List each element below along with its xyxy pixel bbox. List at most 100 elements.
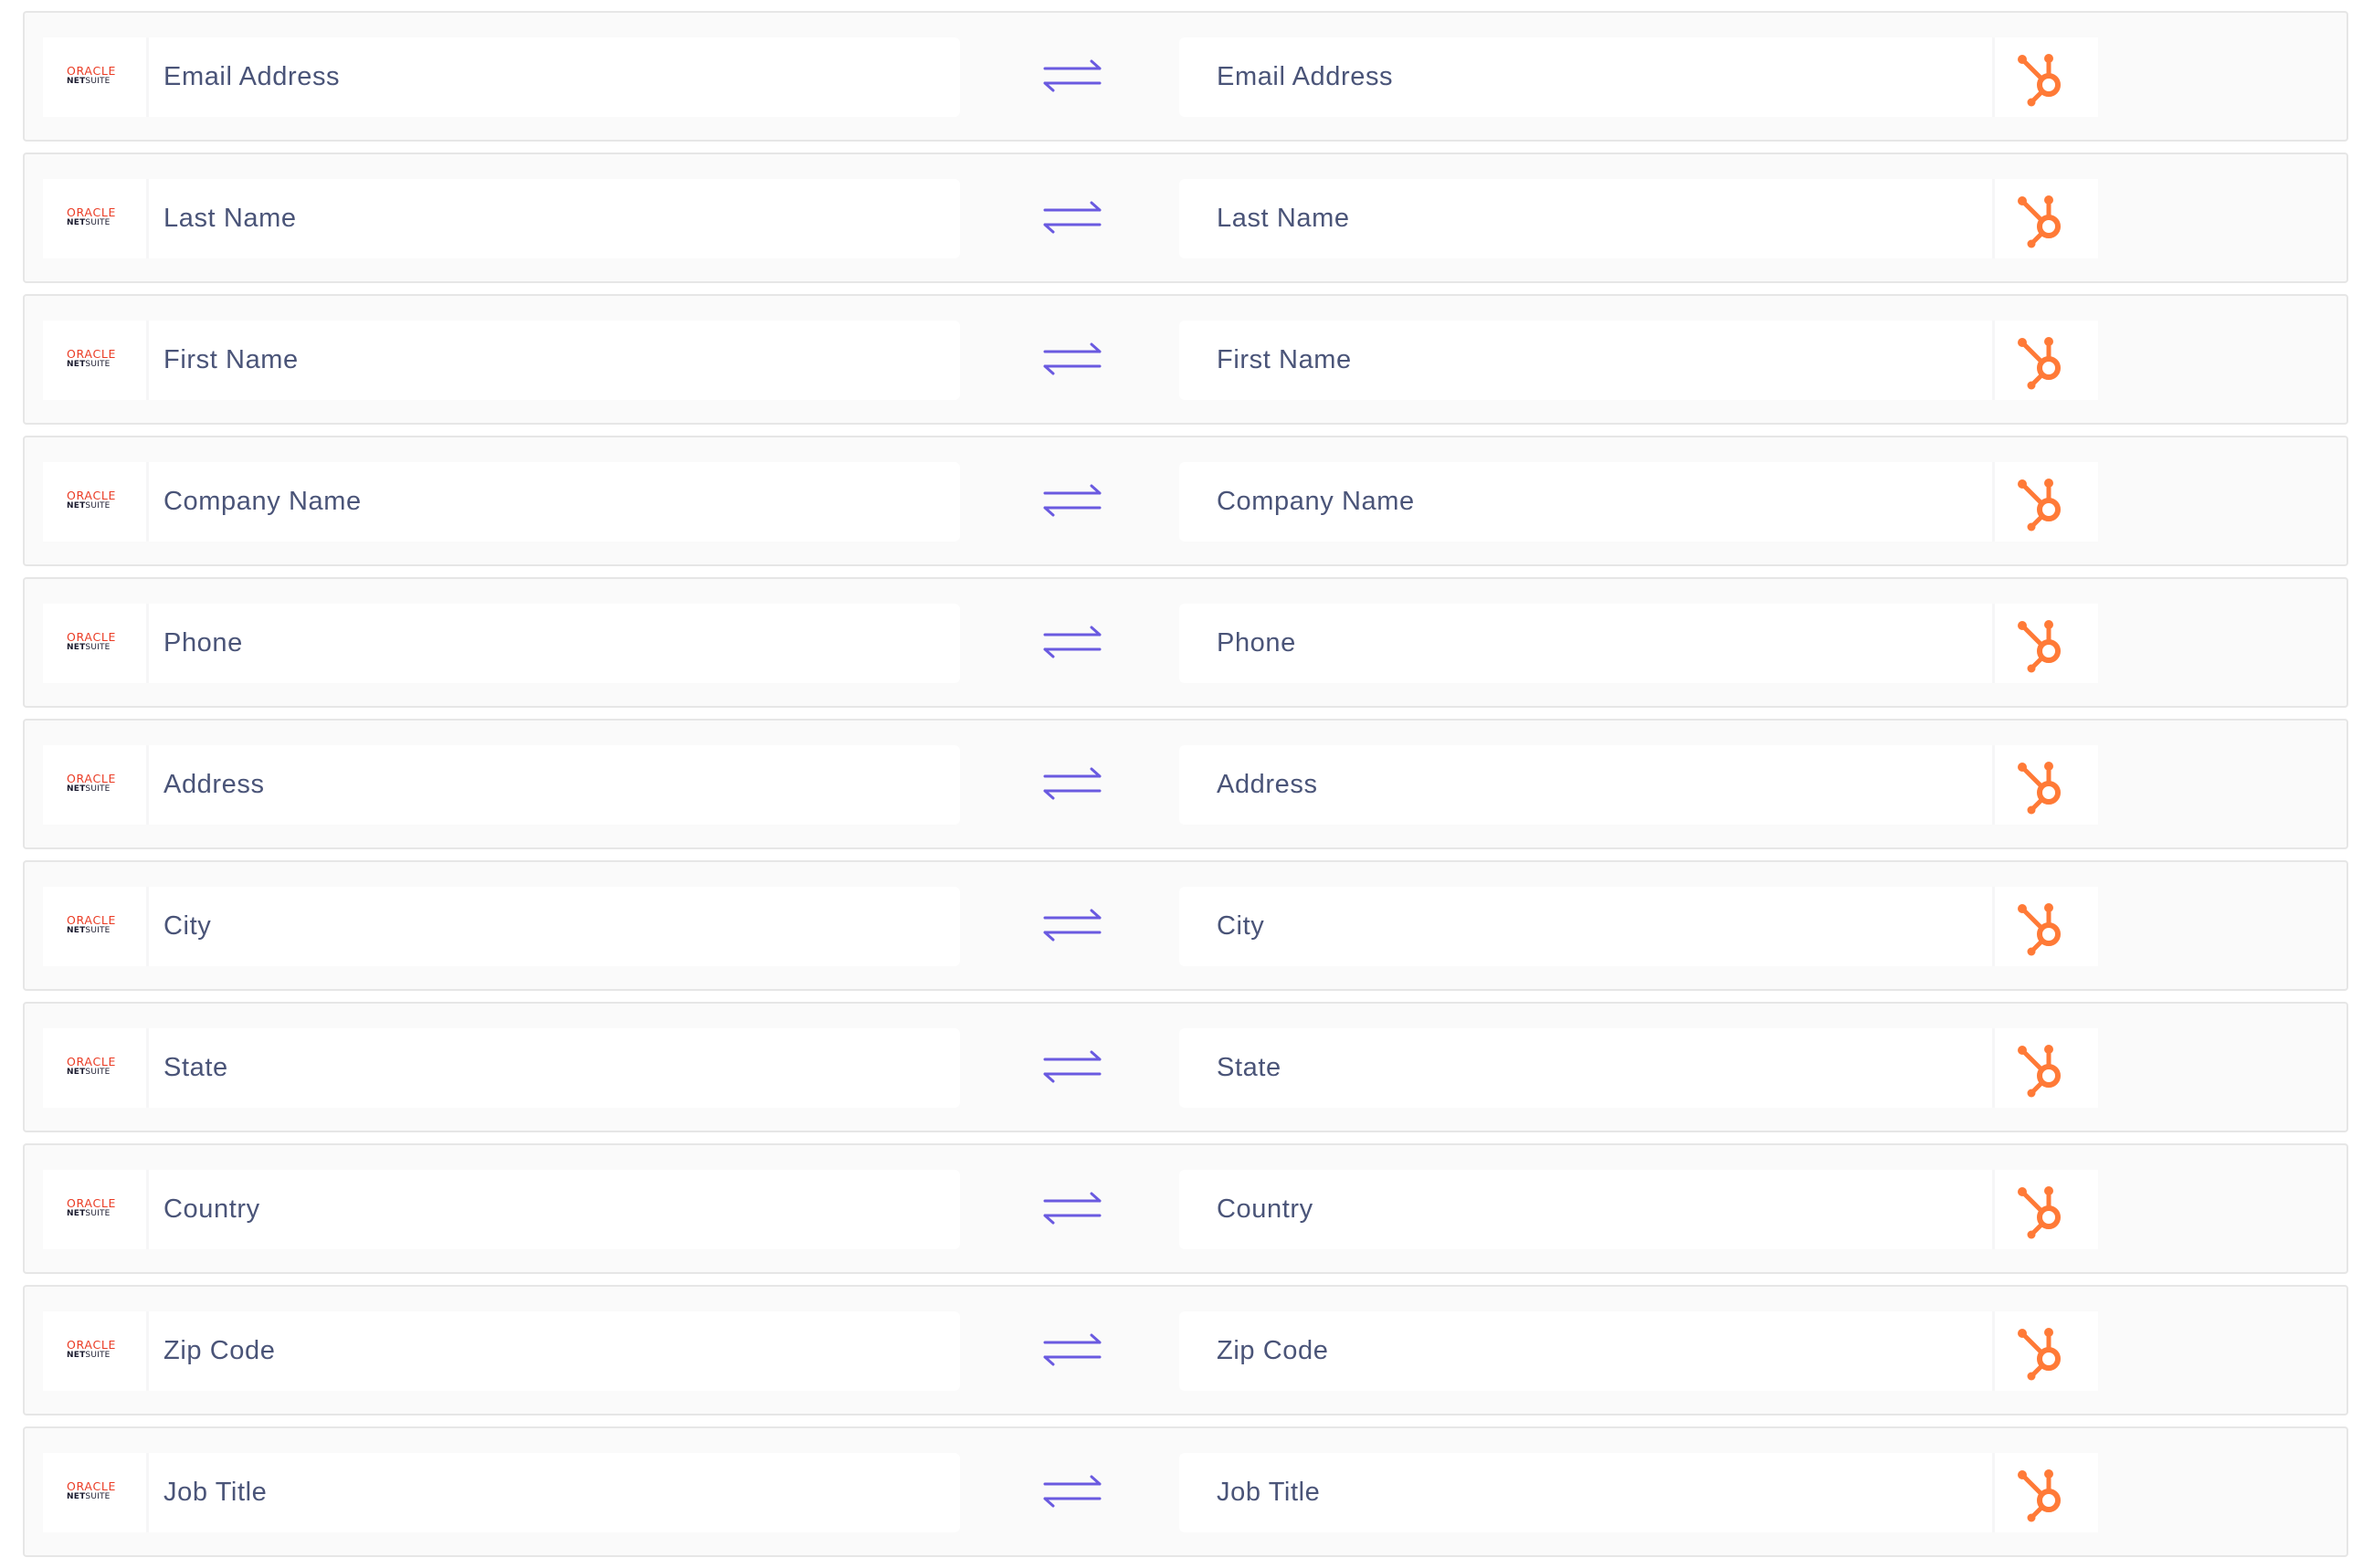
hubspot-field[interactable]: Last Name	[1179, 179, 2098, 258]
hubspot-field[interactable]: Zip Code	[1179, 1311, 2098, 1391]
oracle-wordmark: ORACLE	[67, 64, 117, 78]
netsuite-wordmark: NETSUITE	[67, 926, 132, 935]
netsuite-logo-cell: ORACLE NETSUITE	[43, 745, 149, 825]
hubspot-field[interactable]: Phone	[1179, 604, 2098, 683]
hubspot-field[interactable]: Address	[1179, 745, 2098, 825]
netsuite-wordmark: NETSUITE	[67, 643, 132, 652]
bidirectional-arrows-icon	[1043, 59, 1102, 92]
mapping-row-8: ORACLE NETSUITE State State	[23, 1002, 2348, 1132]
hubspot-sprocket-icon	[2018, 762, 2061, 815]
hubspot-logo-cell	[1992, 179, 2098, 258]
oracle-netsuite-logo: ORACLE NETSUITE	[67, 773, 132, 798]
hubspot-field-label: Job Title	[1217, 1478, 1321, 1507]
hubspot-field[interactable]: First Name	[1179, 321, 2098, 400]
oracle-wordmark: ORACLE	[67, 913, 117, 927]
mapping-row-2: ORACLE NETSUITE Last Name Last Name	[23, 153, 2348, 283]
netsuite-wordmark-light: SUITE	[85, 218, 111, 227]
bidirectional-arrows-icon	[1043, 1475, 1102, 1508]
mapping-row-11: ORACLE NETSUITE Job Title Job Title	[23, 1426, 2348, 1557]
netsuite-wordmark-light: SUITE	[85, 1492, 111, 1501]
oracle-wordmark: ORACLE	[67, 1196, 117, 1210]
netsuite-field[interactable]: ORACLE NETSUITE Job Title	[43, 1453, 960, 1532]
hubspot-logo-cell	[1992, 321, 2098, 400]
netsuite-field[interactable]: ORACLE NETSUITE Country	[43, 1170, 960, 1249]
netsuite-field[interactable]: ORACLE NETSUITE Address	[43, 745, 960, 825]
hubspot-logo-cell	[1992, 37, 2098, 117]
field-mapping-list: ORACLE NETSUITE Email Address Email Addr…	[23, 11, 2348, 1568]
netsuite-wordmark: NETSUITE	[67, 1492, 132, 1501]
netsuite-field-label: Company Name	[163, 487, 362, 516]
hubspot-field-label: Company Name	[1217, 487, 1415, 516]
hubspot-sprocket-icon	[2018, 195, 2061, 248]
netsuite-logo-cell: ORACLE NETSUITE	[43, 1028, 149, 1108]
hubspot-field-label: Phone	[1217, 628, 1296, 658]
bidirectional-arrows-icon	[1043, 1192, 1102, 1225]
mapping-row-4: ORACLE NETSUITE Company Name Company Nam…	[23, 436, 2348, 566]
netsuite-wordmark: NETSUITE	[67, 501, 132, 510]
oracle-netsuite-logo: ORACLE NETSUITE	[67, 1197, 132, 1223]
hubspot-logo-cell	[1992, 462, 2098, 542]
bidirectional-arrows-icon	[1043, 1333, 1102, 1366]
netsuite-wordmark: NETSUITE	[67, 218, 132, 227]
netsuite-logo-cell: ORACLE NETSUITE	[43, 1453, 149, 1532]
hubspot-logo-cell	[1992, 745, 2098, 825]
netsuite-wordmark-light: SUITE	[85, 1209, 111, 1218]
netsuite-field-label: City	[163, 911, 212, 941]
hubspot-sprocket-icon	[2018, 903, 2061, 956]
netsuite-wordmark: NETSUITE	[67, 784, 132, 794]
bidirectional-arrows-icon	[1043, 342, 1102, 375]
netsuite-wordmark-bold: NET	[67, 360, 86, 369]
bidirectional-arrows-icon	[1043, 1050, 1102, 1083]
netsuite-logo-cell: ORACLE NETSUITE	[43, 37, 149, 117]
hubspot-field[interactable]: City	[1179, 887, 2098, 966]
netsuite-logo-cell: ORACLE NETSUITE	[43, 887, 149, 966]
hubspot-sprocket-icon	[2018, 1045, 2061, 1098]
mapping-row-9: ORACLE NETSUITE Country Country	[23, 1143, 2348, 1274]
oracle-netsuite-logo: ORACLE NETSUITE	[67, 1339, 132, 1364]
netsuite-field[interactable]: ORACLE NETSUITE Last Name	[43, 179, 960, 258]
netsuite-field-label: Job Title	[163, 1478, 268, 1507]
netsuite-wordmark-bold: NET	[67, 1209, 86, 1218]
hubspot-field-label: Address	[1217, 770, 1318, 799]
netsuite-logo-cell: ORACLE NETSUITE	[43, 1170, 149, 1249]
hubspot-field[interactable]: Email Address	[1179, 37, 2098, 117]
netsuite-field-label: Email Address	[163, 62, 341, 91]
hubspot-sprocket-icon	[2018, 1186, 2061, 1239]
netsuite-field[interactable]: ORACLE NETSUITE Zip Code	[43, 1311, 960, 1391]
netsuite-field-label: First Name	[163, 345, 299, 374]
hubspot-field-label: Email Address	[1217, 62, 1394, 91]
bidirectional-arrows-icon	[1043, 484, 1102, 517]
netsuite-field[interactable]: ORACLE NETSUITE Phone	[43, 604, 960, 683]
oracle-wordmark: ORACLE	[67, 347, 117, 361]
netsuite-field[interactable]: ORACLE NETSUITE State	[43, 1028, 960, 1108]
netsuite-logo-cell: ORACLE NETSUITE	[43, 179, 149, 258]
mapping-row-1: ORACLE NETSUITE Email Address Email Addr…	[23, 11, 2348, 142]
netsuite-wordmark-light: SUITE	[85, 1068, 111, 1077]
hubspot-field-label: First Name	[1217, 345, 1352, 374]
netsuite-field[interactable]: ORACLE NETSUITE Email Address	[43, 37, 960, 117]
oracle-netsuite-logo: ORACLE NETSUITE	[67, 1480, 132, 1506]
hubspot-field[interactable]: Job Title	[1179, 1453, 2098, 1532]
oracle-wordmark: ORACLE	[67, 630, 117, 644]
netsuite-wordmark-bold: NET	[67, 643, 86, 652]
netsuite-field[interactable]: ORACLE NETSUITE Company Name	[43, 462, 960, 542]
netsuite-field-label: Zip Code	[163, 1336, 276, 1365]
bidirectional-arrows-icon	[1043, 767, 1102, 800]
mapping-row-6: ORACLE NETSUITE Address Address	[23, 719, 2348, 849]
oracle-netsuite-logo: ORACLE NETSUITE	[67, 914, 132, 940]
hubspot-field[interactable]: Company Name	[1179, 462, 2098, 542]
netsuite-field[interactable]: ORACLE NETSUITE First Name	[43, 321, 960, 400]
netsuite-field[interactable]: ORACLE NETSUITE City	[43, 887, 960, 966]
oracle-wordmark: ORACLE	[67, 772, 117, 785]
hubspot-field[interactable]: State	[1179, 1028, 2098, 1108]
hubspot-logo-cell	[1992, 1453, 2098, 1532]
oracle-netsuite-logo: ORACLE NETSUITE	[67, 206, 132, 232]
mapping-row-7: ORACLE NETSUITE City City	[23, 860, 2348, 991]
mapping-row-10: ORACLE NETSUITE Zip Code Zip Code	[23, 1285, 2348, 1415]
bidirectional-arrows-icon	[1043, 626, 1102, 658]
netsuite-wordmark: NETSUITE	[67, 1351, 132, 1360]
netsuite-wordmark-light: SUITE	[85, 77, 111, 86]
hubspot-field[interactable]: Country	[1179, 1170, 2098, 1249]
netsuite-wordmark-light: SUITE	[85, 926, 111, 935]
netsuite-wordmark-bold: NET	[67, 1068, 86, 1077]
